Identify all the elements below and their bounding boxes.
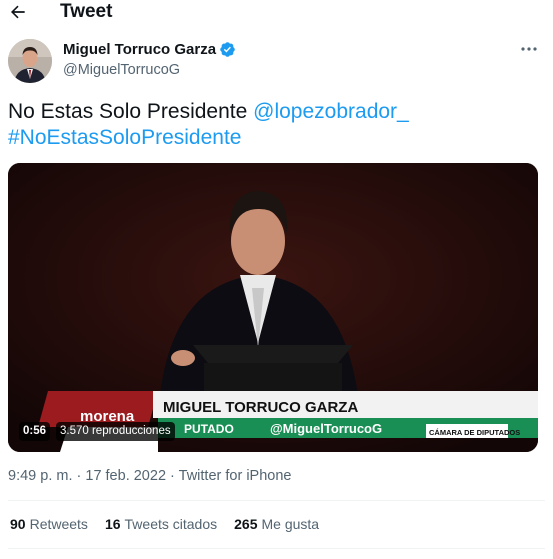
retweets-count: 90 — [10, 516, 26, 532]
quotes-label: Tweets citados — [124, 516, 218, 532]
meta-separator: · — [166, 468, 179, 484]
video-views-badge: 3.570 reproducciones — [56, 422, 175, 441]
quote-tweets-stat[interactable]: 16 Tweets citados — [105, 516, 217, 532]
meta-separator: · — [72, 468, 86, 484]
more-options-icon[interactable] — [519, 42, 539, 56]
video-role-label: PUTADO — [184, 422, 234, 436]
video-handle-label: @MiguelTorrucoG — [270, 421, 382, 436]
tweet-date[interactable]: 17 feb. 2022 — [85, 468, 166, 484]
retweets-label: Retweets — [29, 516, 88, 532]
tweet-body: No Estas Solo Presidente — [8, 100, 254, 123]
likes-stat[interactable]: 265 Me gusta — [234, 516, 319, 532]
avatar[interactable] — [8, 39, 52, 83]
hashtag-link[interactable]: #NoEstasSoloPresidente — [8, 126, 241, 149]
video-player[interactable]: morena MIGUEL TORRUCO GARZA PUTADO @Migu… — [8, 163, 538, 452]
likes-count: 265 — [234, 516, 258, 532]
mention-link[interactable]: @lopezobrador_ — [253, 100, 409, 123]
author-display-name[interactable]: Miguel Torruco Garza — [63, 41, 216, 58]
top-bar: Tweet — [0, 0, 553, 26]
author-name-row[interactable]: Miguel Torruco Garza — [63, 41, 236, 58]
video-name-label: MIGUEL TORRUCO GARZA — [163, 399, 358, 416]
quotes-count: 16 — [104, 516, 121, 532]
retweets-stat[interactable]: 90 Retweets — [10, 516, 88, 532]
tweet-text: No Estas Solo Presidente @lopezobrador_ … — [8, 99, 543, 151]
divider — [8, 500, 545, 501]
engagement-stats: 90 Retweets 16 Tweets citados 265 Me gusta — [10, 516, 336, 532]
tweet-source[interactable]: Twitter for iPhone — [179, 468, 292, 484]
tweet-meta: 9:49 p. m. · 17 feb. 2022 · Twitter for … — [8, 468, 291, 484]
tweet-time[interactable]: 9:49 p. m. — [8, 468, 72, 484]
verified-badge-icon — [220, 42, 235, 57]
divider — [8, 548, 545, 549]
video-duration-badge: 0:56 — [19, 422, 51, 441]
likes-label: Me gusta — [261, 516, 320, 532]
page-title: Tweet — [60, 1, 113, 22]
arrow-left-icon[interactable] — [8, 2, 28, 22]
author-handle[interactable]: @MiguelTorrucoG — [63, 62, 180, 78]
video-chamber-label: CÁMARA DE DIPUTADOS — [429, 428, 520, 437]
